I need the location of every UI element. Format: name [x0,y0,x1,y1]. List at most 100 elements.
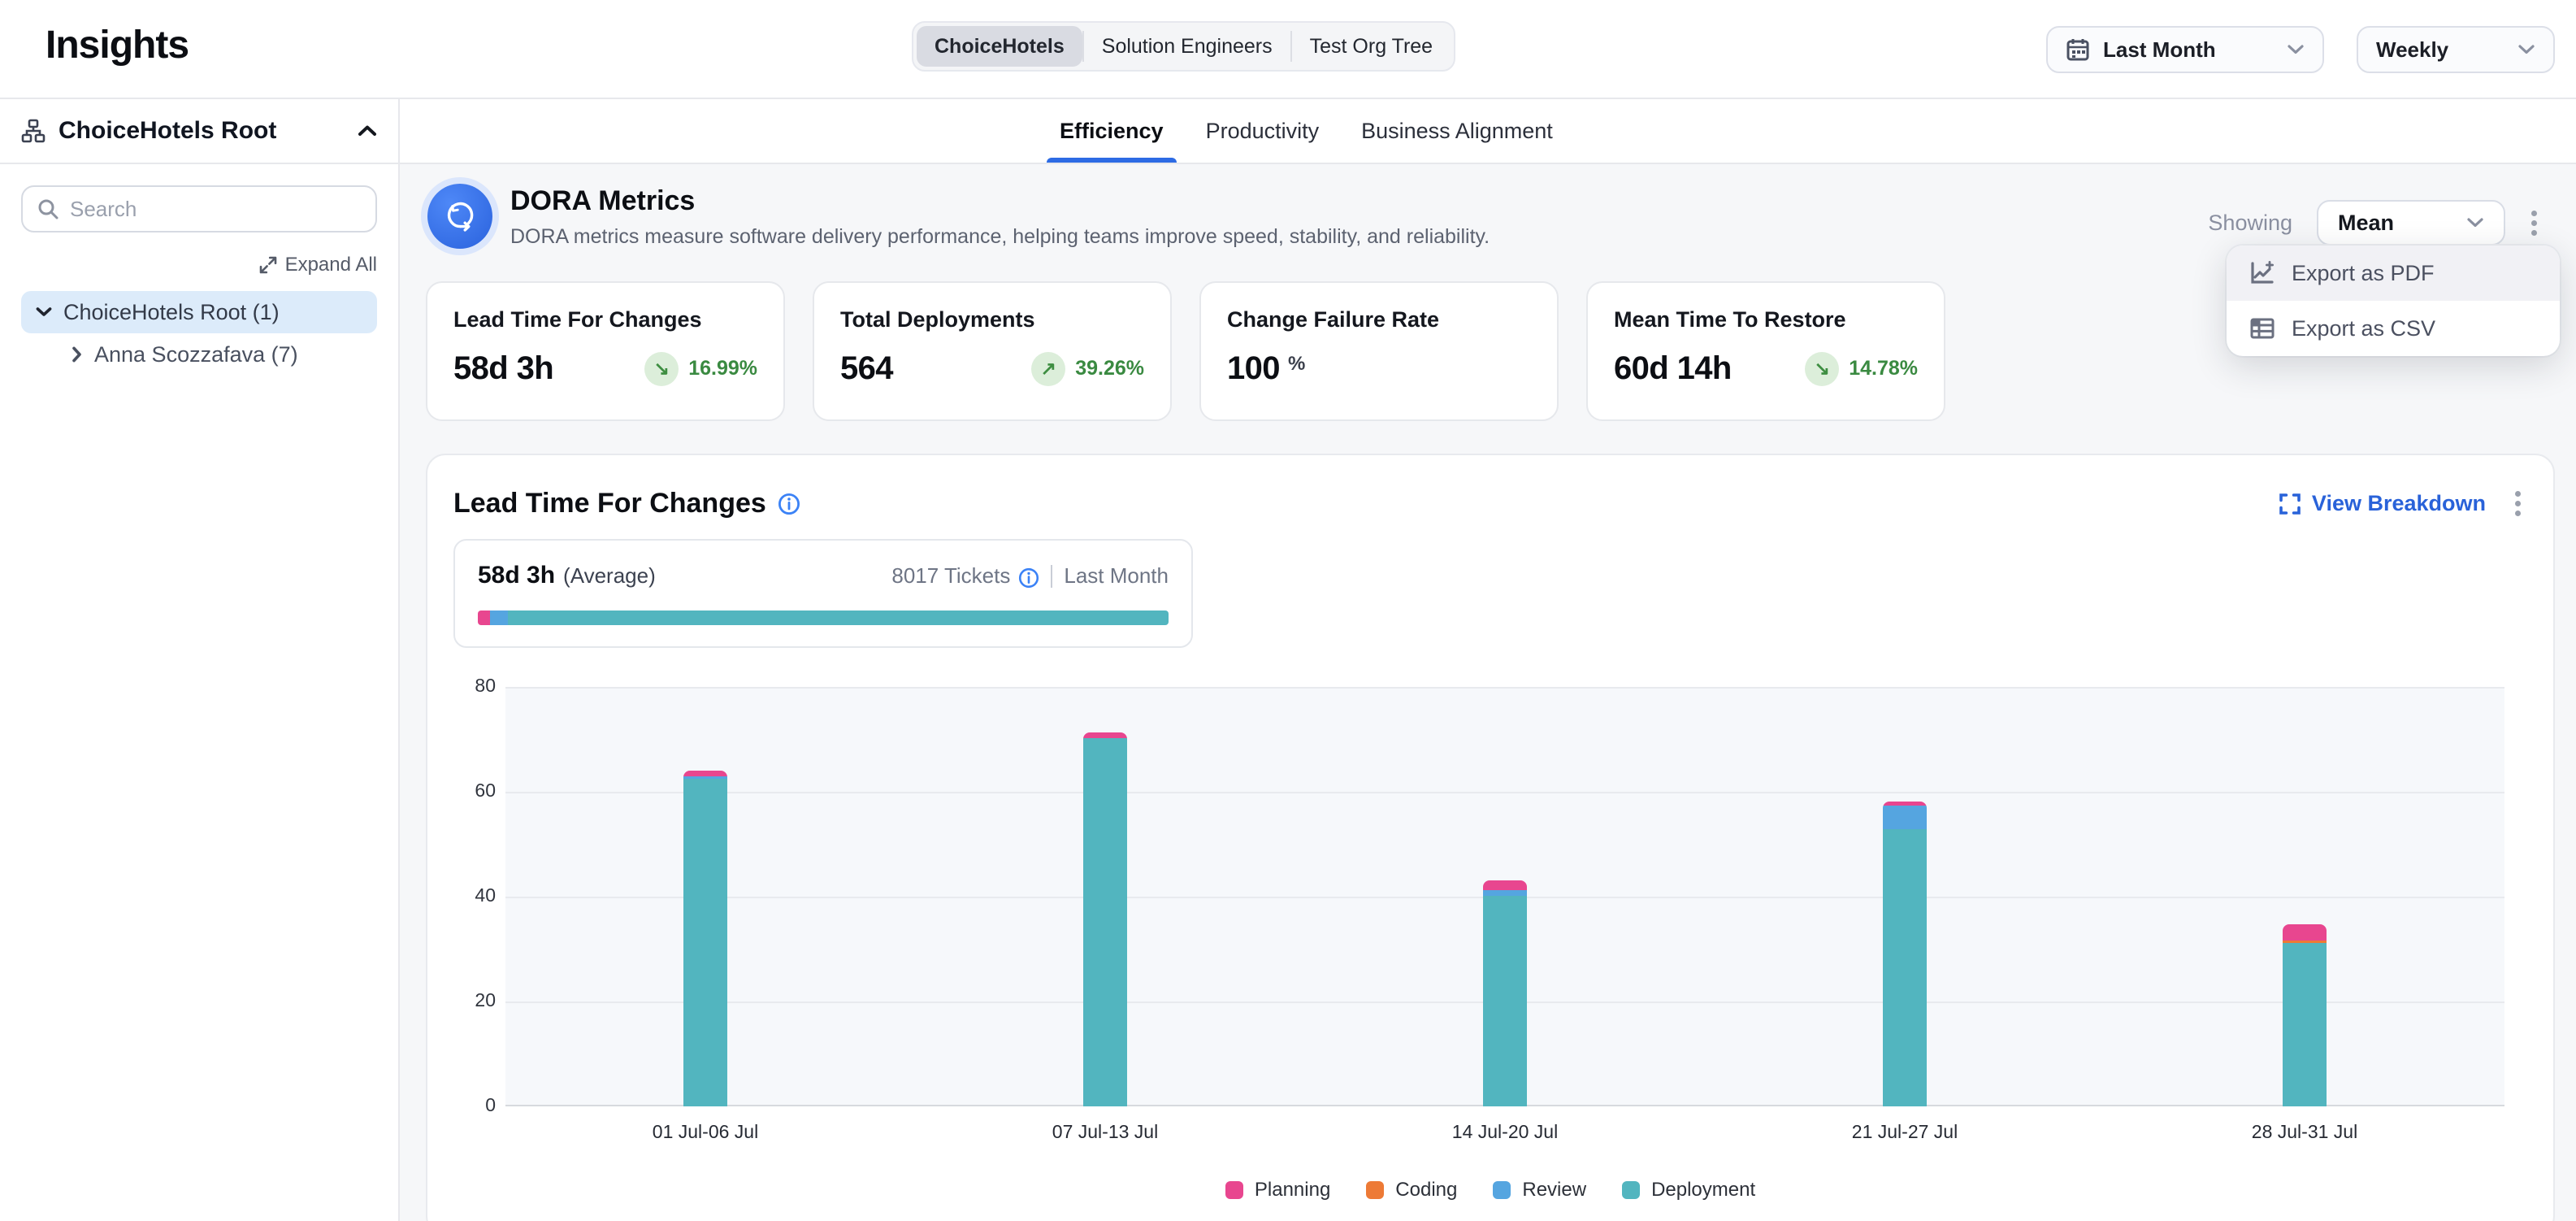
segment-planning [2283,924,2327,941]
legend-label: Deployment [1651,1179,1755,1201]
segment-deployment [1883,829,1927,1106]
summary-period: Last Month [1064,563,1169,589]
legend-item-review[interactable]: Review [1493,1179,1586,1201]
y-axis-tick-label: 40 [453,884,496,906]
card-title: Total Deployments [840,307,1144,332]
chart-legend: Planning Coding Review Deployment [453,1179,2527,1201]
showing-controls: Showing Mean [2208,200,2543,246]
tree-item-choicehotels-root[interactable]: ChoiceHotels Root (1) [21,291,377,333]
segment-planning [1483,880,1527,890]
app-window: Insights ChoiceHotels Solution Engineers… [0,0,2576,1221]
y-axis-tick-label: 80 [453,675,496,697]
trend-down-icon: ↘ [1805,352,1839,386]
delta-badge: ↘ 14.78% [1805,352,1918,386]
chevron-down-icon[interactable] [36,306,52,318]
bar-21-jul-27-jul[interactable] [1883,802,1927,1106]
dora-more-menu-button[interactable] [2525,204,2543,242]
chevron-down-icon [2287,44,2305,55]
card-value: 564 [840,350,893,387]
lead-time-chart-card: Lead Time For Changes View Breakdown [426,454,2555,1221]
content-area: DORA Metrics DORA metrics measure softwa… [400,164,2576,1221]
bar-01-jul-06-jul[interactable] [683,771,727,1106]
page-title: Insights [46,23,189,67]
tab-business-alignment[interactable]: Business Alignment [1358,99,1556,163]
info-icon[interactable] [1018,567,1039,589]
card-change-failure-rate: Change Failure Rate 100 % [1199,281,1559,421]
global-header: Insights ChoiceHotels Solution Engineers… [0,0,2576,99]
bar-14-jul-20-jul[interactable] [1483,880,1527,1106]
card-total-deployments: Total Deployments 564 ↗ 39.26% [813,281,1172,421]
card-mean-time-to-restore: Mean Time To Restore 60d 14h ↘ 14.78% [1586,281,1945,421]
chart-x-axis-labels: 01 Jul-06 Jul07 Jul-13 Jul14 Jul-20 Jul2… [505,1121,2504,1143]
tab-productivity[interactable]: Productivity [1203,99,1323,163]
granularity-dropdown[interactable]: Weekly [2357,26,2555,73]
legend-item-deployment[interactable]: Deployment [1622,1179,1755,1201]
delta-badge: ↘ 16.99% [644,352,757,386]
card-value: 100 [1227,350,1280,387]
table-icon [2249,315,2275,341]
lead-time-chart: 020406080 01 Jul-06 Jul07 Jul-13 Jul14 J… [453,687,2527,1201]
export-as-csv-item[interactable]: Export as CSV [2227,301,2560,356]
org-switcher: ChoiceHotels Solution Engineers Test Org… [912,21,1455,72]
showing-label: Showing [2208,211,2292,236]
chart-more-menu-button[interactable] [2509,484,2527,523]
x-axis-tick-label: 28 Jul-31 Jul [2105,1121,2504,1143]
org-tab-choicehotels[interactable]: ChoiceHotels [917,26,1082,67]
chevron-down-icon [2466,217,2484,228]
info-icon[interactable] [778,493,800,515]
card-value: 60d 14h [1614,350,1732,387]
iteration-cycle-icon [427,184,492,249]
x-axis-tick-label: 07 Jul-13 Jul [905,1121,1305,1143]
view-breakdown-button[interactable]: View Breakdown [2279,491,2486,516]
x-axis-tick-label: 14 Jul-20 Jul [1305,1121,1705,1143]
tree-item-label: Anna Scozzafava (7) [94,342,298,367]
tab-efficiency[interactable]: Efficiency [1056,99,1167,163]
delta-value: 39.26% [1075,357,1144,380]
delta-value: 16.99% [688,357,757,380]
legend-swatch [1493,1181,1511,1199]
chevron-right-icon[interactable] [72,346,83,363]
export-as-pdf-label: Export as PDF [2292,261,2435,286]
calendar-icon [2066,37,2090,62]
card-title: Lead Time For Changes [453,307,757,332]
card-lead-time-for-changes: Lead Time For Changes 58d 3h ↘ 16.99% [426,281,785,421]
app-shell: ChoiceHotels Root Ex [0,99,2576,1221]
search-box [21,185,377,232]
card-title: Change Failure Rate [1227,307,1531,332]
y-axis-tick-label: 0 [453,1094,496,1116]
chart-plot-area: 020406080 [505,687,2504,1106]
legend-item-coding[interactable]: Coding [1366,1179,1457,1201]
aggregation-dropdown[interactable]: Mean [2317,200,2505,246]
collapse-sidebar-button[interactable] [358,124,377,137]
expand-icon [2279,493,2301,515]
delta-value: 14.78% [1849,357,1918,380]
x-axis-tick-label: 01 Jul-06 Jul [505,1121,905,1143]
x-axis-tick-label: 21 Jul-27 Jul [1705,1121,2105,1143]
y-axis-tick-label: 60 [453,780,496,802]
chart-export-icon [2249,260,2275,286]
phase-segment-review [490,610,508,625]
segment-deployment [683,779,727,1106]
card-value-suffix: % [1288,353,1305,376]
org-tree-sidebar: ChoiceHotels Root Ex [0,99,400,1221]
date-range-value: Last Month [2103,37,2216,63]
bar-07-jul-13-jul[interactable] [1083,732,1127,1106]
expand-all-button[interactable]: Expand All [259,254,377,276]
org-tab-solution-engineers[interactable]: Solution Engineers [1084,26,1290,67]
expand-all-icon [259,256,277,274]
gridline [505,687,2504,689]
trend-up-icon: ↗ [1031,352,1065,386]
summary-tickets: 8017 Tickets [891,563,1010,589]
bar-28-jul-31-jul[interactable] [2283,924,2327,1106]
org-tab-test-org-tree[interactable]: Test Org Tree [1292,26,1451,67]
tree-item-anna-scozzafava[interactable]: Anna Scozzafava (7) [57,333,377,376]
export-as-pdf-item[interactable]: Export as PDF [2227,246,2560,301]
date-range-dropdown[interactable]: Last Month [2046,26,2324,73]
sidebar-body: Expand All ChoiceHotels Root (1) [0,164,398,376]
summary-value: 58d 3h [478,562,555,589]
search-input[interactable] [70,197,361,222]
legend-item-planning[interactable]: Planning [1225,1179,1330,1201]
sidebar-header: ChoiceHotels Root [0,99,398,164]
legend-swatch [1622,1181,1640,1199]
card-value: 58d 3h [453,350,553,387]
